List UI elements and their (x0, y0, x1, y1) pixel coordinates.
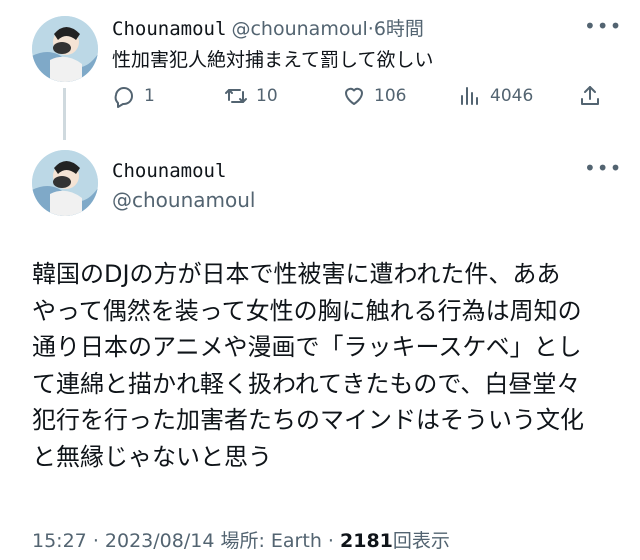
tweet-text-line: 通り日本のアニメや漫画で「ラッキースケベ」とし (32, 333, 582, 361)
reply-count: 1 (144, 86, 155, 106)
retweet-icon (225, 89, 247, 103)
tweet-text-line: 韓国のDJの方が日本で性被害に遭われた件、ああ (32, 260, 561, 288)
reply-header: Chounamoul @chounamoul·6時間 (112, 14, 424, 41)
heart-icon (345, 87, 363, 105)
reply-icon (114, 86, 133, 108)
meta-separator: · (92, 530, 99, 552)
view-label: 回表示 (392, 530, 450, 552)
meta-separator: · (327, 530, 334, 552)
more-icon[interactable]: ••• (584, 16, 622, 36)
like-count: 106 (374, 86, 407, 106)
share-button[interactable] (578, 84, 602, 108)
tweet-location: 場所: Earth (220, 530, 322, 552)
tweet-text-line: と無縁じゃないと思う (32, 442, 272, 471)
display-name[interactable]: Chounamoul (112, 160, 226, 182)
view-count: 2181 (340, 530, 393, 552)
reply-button[interactable]: 1 (112, 84, 155, 108)
avatar[interactable] (32, 150, 98, 216)
display-name[interactable]: Chounamoul (112, 18, 226, 40)
views-button[interactable]: 4046 (458, 84, 533, 108)
tweet-text-line: やって偶然を装って女性の胸に触れる行為は周知の (32, 296, 582, 325)
tweet-date[interactable]: 2023/08/14 (105, 530, 215, 552)
like-button[interactable]: 106 (342, 84, 406, 108)
tweet-text: 韓国のDJの方が日本で性被害に遭われた件、ああ やって偶然を装って女性の胸に触れ… (32, 256, 610, 475)
handle[interactable]: @chounamoul (231, 18, 367, 40)
views-icon (461, 87, 478, 105)
share-icon (581, 86, 599, 105)
tweet-meta: 15:27 · 2023/08/14 場所: Earth · 2181回表示 (32, 526, 450, 553)
more-icon[interactable]: ••• (584, 158, 622, 178)
avatar[interactable] (32, 16, 98, 82)
tweet-text-line: て連綿と描かれ軽く扱われてきたもので、白昼堂々 (32, 369, 581, 398)
thread-connector (63, 88, 66, 140)
retweet-count: 10 (256, 86, 278, 106)
reply-text: 性加害犯人絶対捕まえて罰して欲しい (112, 49, 434, 71)
retweet-button[interactable]: 10 (224, 84, 278, 108)
tweet-text-line: 犯行を行った加害者たちのマインドはそういう文化 (32, 406, 584, 434)
timestamp[interactable]: 6時間 (374, 18, 424, 40)
views-count: 4046 (490, 86, 534, 106)
handle[interactable]: @chounamoul (112, 188, 255, 212)
action-bar: 1 10 106 4046 (112, 84, 612, 112)
tweet-time[interactable]: 15:27 (32, 530, 87, 552)
